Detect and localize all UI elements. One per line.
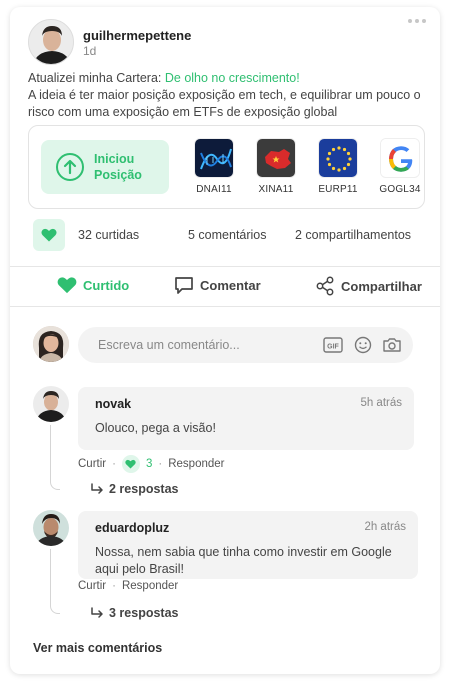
current-user-avatar	[33, 326, 69, 362]
asset-dnai11[interactable]: DNAI11	[184, 138, 244, 195]
share-button[interactable]: Compartilhar	[315, 276, 422, 296]
arrow-up-icon	[56, 153, 84, 181]
comment-reply-button[interactable]: Responder	[122, 580, 178, 592]
comment-author[interactable]: novak	[95, 397, 131, 411]
camera-icon[interactable]	[382, 336, 402, 359]
dna-helix-logo	[194, 138, 234, 178]
comment-reply-button[interactable]: Responder	[168, 458, 224, 470]
post-card: guilhermepettene 1d Atualizei minha Cart…	[10, 7, 440, 674]
asset-ticker: GOGL34	[379, 184, 421, 195]
post-body: A ideia é ter maior posição exposição em…	[28, 88, 421, 119]
thread-line	[50, 425, 60, 490]
heart-icon	[121, 455, 140, 473]
reply-arrow-icon	[91, 483, 103, 494]
separator-dot: ·	[112, 458, 116, 470]
google-g-logo	[380, 138, 420, 178]
see-more-comments-link[interactable]: Ver mais comentários	[33, 641, 162, 655]
divider	[10, 266, 440, 267]
gif-icon[interactable]: GIF	[323, 336, 343, 359]
like-button[interactable]: Curtido	[57, 276, 129, 294]
divider	[10, 306, 440, 307]
view-replies-button[interactable]: 2 respostas	[90, 482, 178, 496]
comment-like-button[interactable]: Curtir	[78, 458, 106, 470]
comment-text: Nossa, nem sabia que tinha como investir…	[95, 545, 392, 576]
comment-button-label: Comentar	[200, 278, 261, 293]
replies-count: 2 respostas	[109, 482, 179, 496]
likes-count[interactable]: 32 curtidas	[78, 228, 139, 242]
comment-button[interactable]: Comentar	[174, 276, 261, 295]
comment-timestamp: 5h atrás	[360, 397, 402, 409]
commenter-avatar[interactable]	[33, 386, 69, 422]
emoji-icon[interactable]	[354, 336, 372, 359]
asset-ticker: XINA11	[258, 184, 294, 195]
reply-arrow-icon	[91, 607, 103, 618]
author-username[interactable]: guilhermepettene	[83, 28, 191, 43]
heart-icon	[57, 277, 77, 294]
post-text: Atualizei minha Cartera: De olho no cres…	[28, 70, 428, 121]
comment-like-count: 3	[145, 458, 153, 470]
comment-icon	[175, 277, 193, 294]
like-button-label: Curtido	[83, 277, 130, 293]
heart-icon	[41, 228, 57, 242]
comment-author[interactable]: eduardopluz	[95, 521, 169, 535]
separator-dot: ·	[158, 458, 163, 470]
asset-gogl34[interactable]: GOGL34	[370, 138, 430, 195]
china-map-logo	[256, 138, 296, 178]
post-link[interactable]: De olho no crescimento!	[165, 71, 300, 85]
post-text-prefix: Atualizei minha Cartera:	[28, 71, 165, 85]
asset-ticker: EURP11	[318, 184, 358, 195]
position-label: Iniciou Posição	[94, 151, 142, 183]
post-timestamp: 1d	[83, 44, 97, 58]
position-chip[interactable]: Iniciou Posição	[41, 140, 169, 194]
author-avatar[interactable]	[28, 19, 74, 65]
separator-dot: ·	[112, 580, 116, 592]
view-replies-button[interactable]: 3 respostas	[90, 606, 178, 620]
position-label-line1: Iniciou	[94, 152, 135, 166]
comment-bubble: novak 5h atrás Olouco, pega a visão!	[78, 387, 414, 450]
share-icon	[316, 276, 334, 296]
commenter-avatar[interactable]	[33, 510, 69, 546]
more-options-icon[interactable]	[408, 19, 426, 23]
comments-count[interactable]: 5 comentários	[188, 228, 267, 242]
comment-meta: Curtir · 3 · Responder	[78, 455, 224, 473]
asset-ticker: DNAI11	[196, 184, 232, 195]
svg-text:GIF: GIF	[327, 344, 339, 351]
wallet-box: Iniciou Posição DNAI11 XINA11 EURP11 GOG…	[28, 125, 425, 209]
asset-xina11[interactable]: XINA11	[246, 138, 306, 195]
comment-bubble: eduardopluz 2h atrás Nossa, nem sabia qu…	[78, 511, 418, 579]
share-button-label: Compartilhar	[341, 278, 422, 294]
thread-line	[50, 549, 60, 614]
comment-timestamp: 2h atrás	[364, 521, 406, 533]
like-badge	[33, 219, 65, 251]
position-label-line2: Posição	[94, 168, 142, 182]
replies-count: 3 respostas	[109, 606, 179, 620]
comment-like-button[interactable]: Curtir	[78, 580, 106, 592]
eu-flag-logo	[318, 138, 358, 178]
asset-eurp11[interactable]: EURP11	[308, 138, 368, 195]
comment-meta: Curtir · Responder	[78, 580, 178, 592]
shares-count[interactable]: 2 compartilhamentos	[295, 228, 411, 242]
comment-text: Olouco, pega a visão!	[95, 421, 216, 435]
